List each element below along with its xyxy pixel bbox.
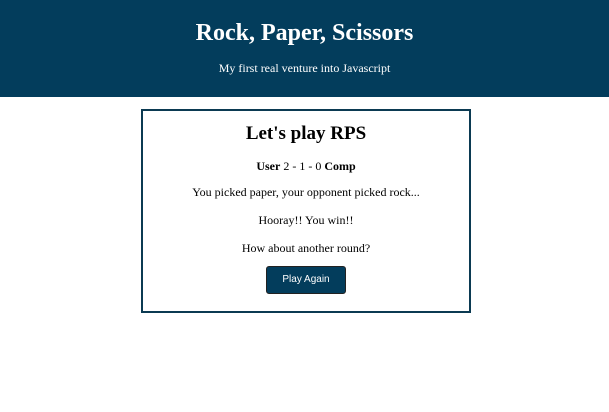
replay-prompt: How about another round? bbox=[241, 241, 371, 255]
game-heading: Let's play RPS bbox=[245, 123, 367, 144]
round-result-text: You picked paper, your opponent picked r… bbox=[192, 185, 420, 199]
play-again-button[interactable]: Play Again bbox=[266, 266, 346, 294]
score-separator-1: - bbox=[289, 159, 300, 173]
page-subtitle: My first real venture into Javascript bbox=[218, 61, 391, 75]
round-outcome-text: Hooray!! You win!! bbox=[258, 213, 354, 227]
scoreboard: User 2 - 1 - 0 Comp bbox=[143, 159, 469, 173]
game-panel: Let's play RPS User 2 - 1 - 0 Comp You p… bbox=[141, 109, 471, 313]
score-separator-2: - bbox=[305, 159, 316, 173]
page-title: Rock, Paper, Scissors bbox=[195, 20, 414, 46]
page-header: Rock, Paper, Scissors My first real vent… bbox=[0, 0, 609, 97]
comp-score: 0 bbox=[315, 159, 322, 173]
user-label: User bbox=[256, 159, 281, 173]
comp-label: Comp bbox=[324, 159, 356, 173]
